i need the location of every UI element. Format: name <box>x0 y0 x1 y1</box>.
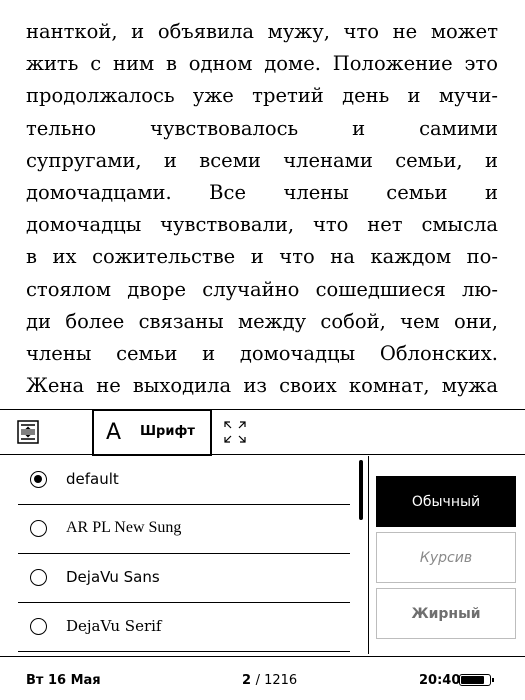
font-option-label: AR PL New Sung <box>66 519 182 536</box>
font-tab-button[interactable]: A Шрифт <box>92 409 212 456</box>
text-line: супругами, и всеми членами семьи, и <box>26 148 498 172</box>
radio-checked-icon <box>30 471 47 488</box>
text-layout-icon <box>17 420 39 444</box>
text-line: Жена не выходила из своих комнат, мужа <box>26 374 498 398</box>
text-line: продолжалось уже третий день и мучи- <box>26 84 498 108</box>
text-line: домочадцы чувствовали, что нет смысла <box>26 213 498 237</box>
page-current: 2 <box>242 673 252 688</box>
expand-button[interactable] <box>214 410 264 455</box>
text-line: тельно чувствовалось и самими <box>26 116 498 140</box>
font-option-dejavu-sans[interactable]: DejaVu Sans <box>18 554 350 603</box>
expand-icon <box>224 421 246 443</box>
settings-toolbar: A Шрифт <box>0 409 525 456</box>
text-line: нанткой, и объявила мужу, что не может <box>26 20 498 43</box>
radio-unchecked-icon <box>30 520 47 537</box>
reading-text: нанткой, и объявила мужу, что не может ж… <box>26 16 498 402</box>
text-line: в их сожительстве и что на каждом по- <box>26 245 498 269</box>
panel-divider <box>368 456 369 654</box>
battery-tip <box>492 678 494 682</box>
page-total: / 1216 <box>255 673 298 688</box>
page-indicator[interactable]: 2 / 1216 <box>242 673 297 688</box>
font-tab-label: Шрифт <box>140 424 195 439</box>
text-line: жить с ним в одном доме. Положение это <box>26 52 498 76</box>
status-time: 20:40 <box>419 673 461 688</box>
battery-level-fill <box>461 676 484 684</box>
font-list-scrollbar[interactable] <box>359 460 363 520</box>
text-line: члены семьи и домочадцы Облонских. <box>26 342 498 366</box>
radio-unchecked-icon <box>30 618 47 635</box>
font-option-label: DejaVu Sans <box>66 568 160 586</box>
text-line: домочадцами. Все члены семьи и <box>26 181 498 205</box>
font-option-label: default <box>66 470 119 488</box>
font-list: default AR PL New Sung DejaVu Sans DejaV… <box>0 456 350 652</box>
layout-button[interactable] <box>0 410 92 455</box>
font-option-default[interactable]: default <box>18 456 350 505</box>
style-bold-button[interactable]: Жирный <box>376 588 516 639</box>
battery-icon <box>459 674 494 686</box>
font-option-label: DejaVu Serif <box>66 617 162 635</box>
font-option-ar-pl-new-sung[interactable]: AR PL New Sung <box>18 505 350 554</box>
text-line: ди более связаны между собой, чем они, <box>26 309 498 333</box>
status-date: Вт 16 Мая <box>26 673 101 688</box>
status-bar: Вт 16 Мая 2 / 1216 20:40 <box>0 656 525 700</box>
font-option-dejavu-serif[interactable]: DejaVu Serif <box>18 603 350 652</box>
style-italic-button[interactable]: Курсив <box>376 532 516 583</box>
font-glyph-icon: A <box>106 420 122 445</box>
style-regular-button[interactable]: Обычный <box>376 476 516 527</box>
text-line: стоялом дворе случайно сошедшиеся лю- <box>26 277 498 301</box>
radio-unchecked-icon <box>30 569 47 586</box>
